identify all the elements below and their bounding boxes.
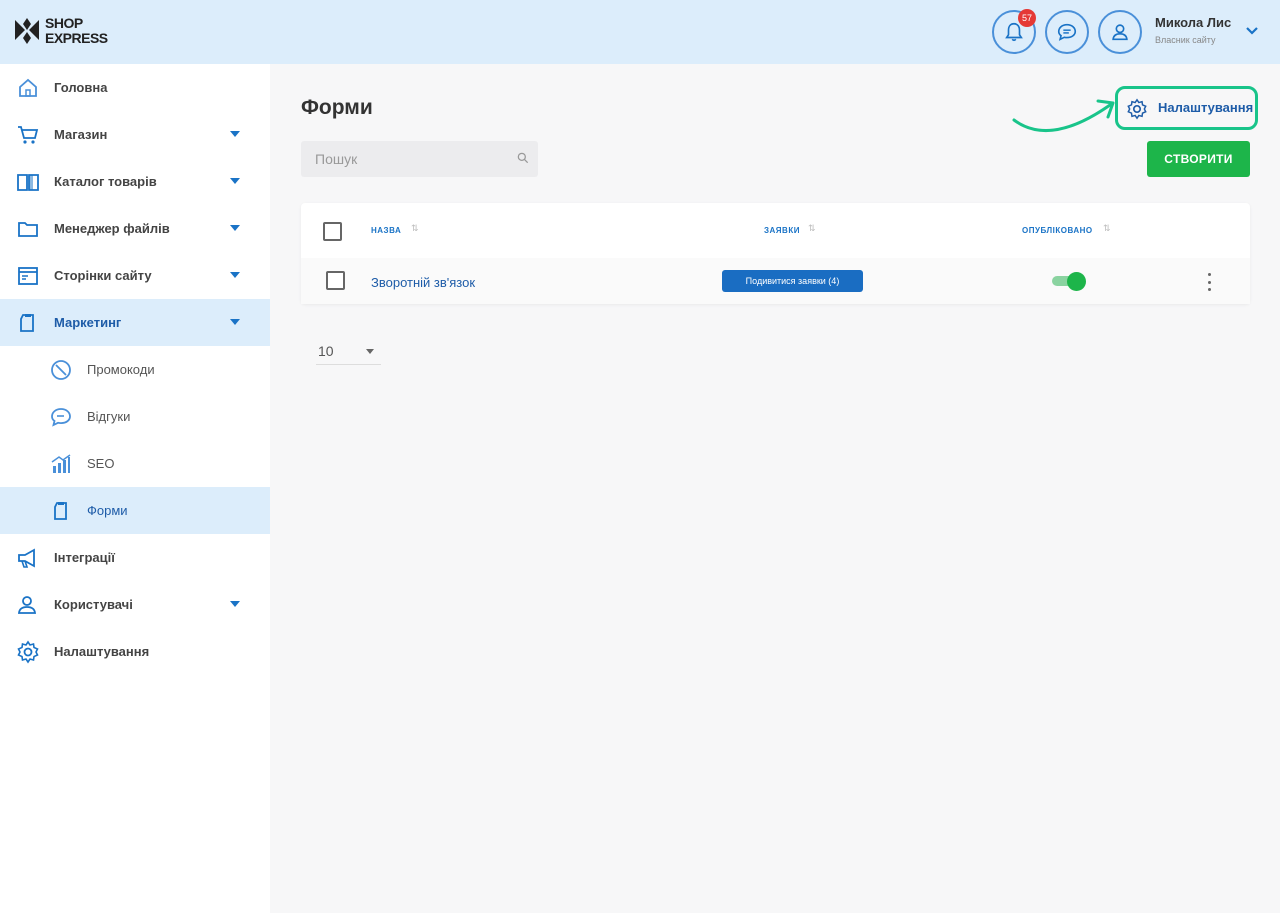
sidebar-item-label: Маркетинг: [54, 315, 122, 330]
search-input[interactable]: [301, 141, 501, 177]
view-requests-button[interactable]: Подивитися заявки (4): [722, 270, 863, 292]
notifications-badge: 57: [1018, 9, 1036, 27]
sidebar-item-integrations[interactable]: Інтеграції: [0, 534, 270, 581]
chat-icon: [1057, 23, 1077, 41]
folder-icon: [18, 222, 38, 237]
form-name-link[interactable]: Зворотній зв'язок: [371, 275, 475, 290]
sidebar-subitem-reviews[interactable]: Відгуки: [0, 393, 270, 440]
clipboard-icon: [20, 314, 34, 332]
row-menu-icon[interactable]: [1205, 273, 1213, 291]
browser-icon: [18, 267, 38, 285]
sidebar-item-label: SEO: [87, 456, 115, 471]
sidebar-item-marketing[interactable]: Маркетинг: [0, 299, 270, 346]
sidebar-item-settings[interactable]: Налаштування: [0, 628, 270, 675]
search-icon[interactable]: [516, 151, 530, 165]
messages-button[interactable]: [1045, 10, 1089, 54]
logo-text: SHOP EXPRESS: [45, 16, 108, 46]
chat-icon: [51, 408, 71, 427]
caret-down-icon: [230, 225, 240, 231]
sort-icon[interactable]: ⇅: [1103, 223, 1111, 234]
book-icon: [17, 174, 39, 191]
toggle-knob: [1067, 272, 1086, 291]
kebab-dot: [1207, 273, 1211, 276]
sidebar-item-label: Менеджер файлів: [54, 221, 170, 236]
sidebar-item-label: Інтеграції: [54, 550, 115, 565]
profile-button[interactable]: [1098, 10, 1142, 54]
per-page-value: 10: [318, 343, 334, 359]
sidebar-subitem-seo[interactable]: SEO: [0, 440, 270, 487]
sidebar-item-file-manager[interactable]: Менеджер файлів: [0, 205, 270, 252]
kebab-dot: [1207, 280, 1211, 284]
home-icon: [19, 78, 37, 97]
user-role: Власник сайту: [1155, 35, 1216, 45]
sidebar-item-label: Відгуки: [87, 409, 131, 424]
clipboard-icon: [54, 502, 67, 520]
logo-line-shop: SHOP: [45, 15, 83, 31]
user-icon: [17, 596, 37, 614]
gear-icon: [17, 640, 39, 664]
gear-icon: [1127, 98, 1147, 120]
page-title: Форми: [301, 96, 373, 119]
user-icon: [1112, 24, 1128, 41]
logo-line-express: EXPRESS: [45, 30, 108, 46]
table-row: Зворотній зв'язок Подивитися заявки (4): [301, 258, 1250, 304]
sidebar-item-users[interactable]: Користувачі: [0, 581, 270, 628]
annotation-arrow-icon: [1012, 99, 1115, 133]
sidebar-item-label: Користувачі: [54, 597, 133, 612]
notifications-button[interactable]: 57: [992, 9, 1036, 54]
sidebar-item-shop[interactable]: Магазин: [0, 111, 270, 158]
sort-icon[interactable]: ⇅: [808, 223, 816, 234]
column-header-requests[interactable]: Заявки: [764, 226, 800, 235]
caret-down-icon: [366, 349, 374, 354]
sidebar-item-label: Промокоди: [87, 362, 155, 377]
chart-icon: [51, 454, 71, 473]
caret-down-icon: [230, 319, 240, 325]
sidebar-item-label: Налаштування: [54, 644, 150, 659]
sidebar-subitem-promocodes[interactable]: Промокоди: [0, 346, 270, 393]
sidebar-item-catalog[interactable]: Каталог товарів: [0, 158, 270, 205]
sidebar-item-label: Форми: [87, 503, 128, 518]
sort-icon[interactable]: ⇅: [411, 223, 419, 234]
user-name[interactable]: Микола Лис: [1155, 15, 1231, 30]
column-header-published[interactable]: Опубліковано: [1022, 226, 1093, 235]
caret-down-icon: [230, 601, 240, 607]
sidebar-item-home[interactable]: Головна: [0, 64, 270, 111]
table-header: Назва ⇅ Заявки ⇅ Опубліковано ⇅: [301, 203, 1250, 258]
sidebar-subitem-forms[interactable]: Форми: [0, 487, 270, 534]
percent-icon: [51, 360, 71, 380]
caret-down-icon: [230, 131, 240, 137]
sidebar-item-label: Сторінки сайту: [54, 268, 152, 283]
top-header: SHOP EXPRESS 57 Микола Лис Власник сайту: [0, 0, 1280, 64]
logo-mark-icon: [15, 18, 39, 44]
column-header-name[interactable]: Назва: [371, 226, 401, 235]
select-all-checkbox[interactable]: [323, 222, 342, 241]
settings-label: Налаштування: [1158, 100, 1254, 115]
settings-button[interactable]: Налаштування: [1115, 86, 1258, 130]
caret-down-icon: [230, 178, 240, 184]
sidebar: Головна Магазин Каталог товарів Менеджер…: [0, 64, 270, 913]
cart-icon: [18, 126, 39, 144]
search-box: [301, 141, 538, 177]
sidebar-item-label: Магазин: [54, 127, 108, 142]
row-checkbox[interactable]: [326, 271, 345, 290]
per-page-select[interactable]: 10: [316, 338, 381, 365]
sidebar-item-label: Каталог товарів: [54, 174, 157, 189]
shop-express-logo[interactable]: SHOP EXPRESS: [12, 14, 122, 50]
sidebar-item-label: Головна: [54, 80, 108, 95]
published-toggle[interactable]: [1052, 272, 1086, 291]
chevron-down-icon[interactable]: [1245, 24, 1259, 38]
sidebar-item-site-pages[interactable]: Сторінки сайту: [0, 252, 270, 299]
create-button[interactable]: СТВОРИТИ: [1147, 141, 1250, 177]
megaphone-icon: [18, 548, 35, 568]
forms-table: Назва ⇅ Заявки ⇅ Опубліковано ⇅ Зворотні…: [301, 203, 1250, 304]
caret-down-icon: [230, 272, 240, 278]
kebab-dot: [1207, 288, 1211, 291]
